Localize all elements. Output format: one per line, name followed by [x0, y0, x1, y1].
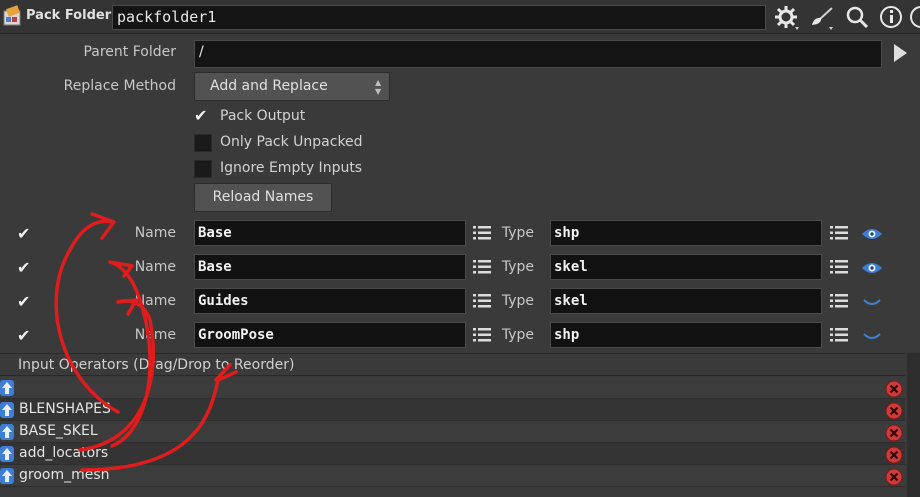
- move-up-icon[interactable]: [0, 424, 14, 440]
- brush-icon[interactable]: [808, 5, 834, 31]
- name-field[interactable]: GroomPose: [194, 322, 466, 348]
- replace-method-value: Add and Replace: [210, 78, 328, 94]
- pack-output-checkbox[interactable]: ✔: [194, 108, 207, 124]
- help-icon[interactable]: [909, 5, 920, 31]
- type-field[interactable]: shp: [550, 322, 822, 348]
- name-label: Name: [134, 293, 176, 309]
- input-operators-header: Input Operators (Drag/Drop to Reorder): [0, 353, 905, 376]
- move-up-icon[interactable]: [0, 468, 14, 484]
- type-label: Type: [501, 259, 534, 275]
- eye-closed-icon[interactable]: [861, 328, 883, 344]
- node-type-label: Pack Folder: [26, 8, 112, 23]
- move-up-icon[interactable]: [0, 380, 14, 396]
- only-pack-unpacked-label: Only Pack Unpacked: [220, 134, 363, 150]
- info-icon[interactable]: [879, 5, 905, 31]
- move-up-icon[interactable]: [0, 402, 14, 418]
- list-menu-icon[interactable]: [830, 327, 848, 343]
- eye-open-icon[interactable]: [861, 260, 883, 276]
- list-menu-icon[interactable]: [473, 225, 491, 241]
- node-name-field[interactable]: packfolder1: [112, 5, 766, 30]
- parameter-header: Pack Folder packfolder1: [0, 0, 920, 34]
- gear-icon[interactable]: [774, 5, 800, 31]
- input-list-item-label: groom_mesh: [19, 467, 110, 483]
- input-list-item[interactable]: BLENSHAPES: [0, 399, 905, 421]
- type-field[interactable]: skel: [550, 288, 822, 314]
- list-menu-icon[interactable]: [473, 259, 491, 275]
- name-field[interactable]: Guides: [194, 288, 466, 314]
- ignore-empty-inputs-label: Ignore Empty Inputs: [220, 160, 363, 176]
- input-list-item-label: add_locators: [19, 445, 109, 461]
- menu-arrows-icon: ▲ ▼: [375, 78, 382, 96]
- name-label: Name: [134, 327, 176, 343]
- name-label: Name: [134, 259, 176, 275]
- list-menu-icon[interactable]: [830, 259, 848, 275]
- input-list-item[interactable]: BASE_SKEL: [0, 421, 905, 443]
- replace-method-menu[interactable]: Add and Replace ▲ ▼: [194, 72, 390, 101]
- delete-icon[interactable]: [885, 380, 903, 398]
- delete-icon[interactable]: [885, 424, 903, 442]
- list-menu-icon[interactable]: [830, 225, 848, 241]
- row-enable-checkbox[interactable]: ✔: [17, 294, 30, 310]
- input-list-item[interactable]: groom_mesh: [0, 465, 905, 487]
- input-operators-header-label: Input Operators (Drag/Drop to Reorder): [18, 357, 295, 373]
- name-field[interactable]: Base: [194, 220, 466, 246]
- search-icon[interactable]: [845, 5, 871, 31]
- node-path-picker-icon[interactable]: [890, 42, 910, 64]
- input-list-item-label: BLENSHAPES: [19, 401, 111, 417]
- eye-closed-icon[interactable]: [861, 294, 883, 310]
- pack-output-label: Pack Output: [220, 108, 306, 124]
- row-enable-checkbox[interactable]: ✔: [17, 260, 30, 276]
- list-menu-icon[interactable]: [473, 293, 491, 309]
- eye-open-icon[interactable]: [861, 226, 883, 242]
- list-menu-icon[interactable]: [473, 327, 491, 343]
- parent-folder-label: Parent Folder: [83, 44, 176, 60]
- type-label: Type: [501, 293, 534, 309]
- replace-method-label: Replace Method: [63, 78, 176, 94]
- parent-folder-field[interactable]: /: [194, 40, 882, 68]
- type-field[interactable]: shp: [550, 220, 822, 246]
- input-list-item-label: BASE_SKEL: [19, 423, 98, 439]
- delete-icon[interactable]: [885, 446, 903, 464]
- node-icon: [3, 5, 21, 26]
- delete-icon[interactable]: [885, 402, 903, 420]
- name-label: Name: [134, 225, 176, 241]
- row-enable-checkbox[interactable]: ✔: [17, 328, 30, 344]
- move-up-icon[interactable]: [0, 446, 14, 462]
- input-list-item[interactable]: [0, 377, 905, 399]
- input-list-scrollbar[interactable]: [907, 353, 920, 497]
- only-pack-unpacked-checkbox[interactable]: [194, 134, 212, 152]
- row-enable-checkbox[interactable]: ✔: [17, 226, 30, 242]
- input-list-item[interactable]: add_locators: [0, 443, 905, 465]
- type-label: Type: [501, 327, 534, 343]
- delete-icon[interactable]: [885, 468, 903, 486]
- type-field[interactable]: skel: [550, 254, 822, 280]
- ignore-empty-inputs-checkbox[interactable]: [194, 160, 212, 178]
- reload-names-button[interactable]: Reload Names: [194, 183, 332, 212]
- type-label: Type: [501, 225, 534, 241]
- name-field[interactable]: Base: [194, 254, 466, 280]
- list-menu-icon[interactable]: [830, 293, 848, 309]
